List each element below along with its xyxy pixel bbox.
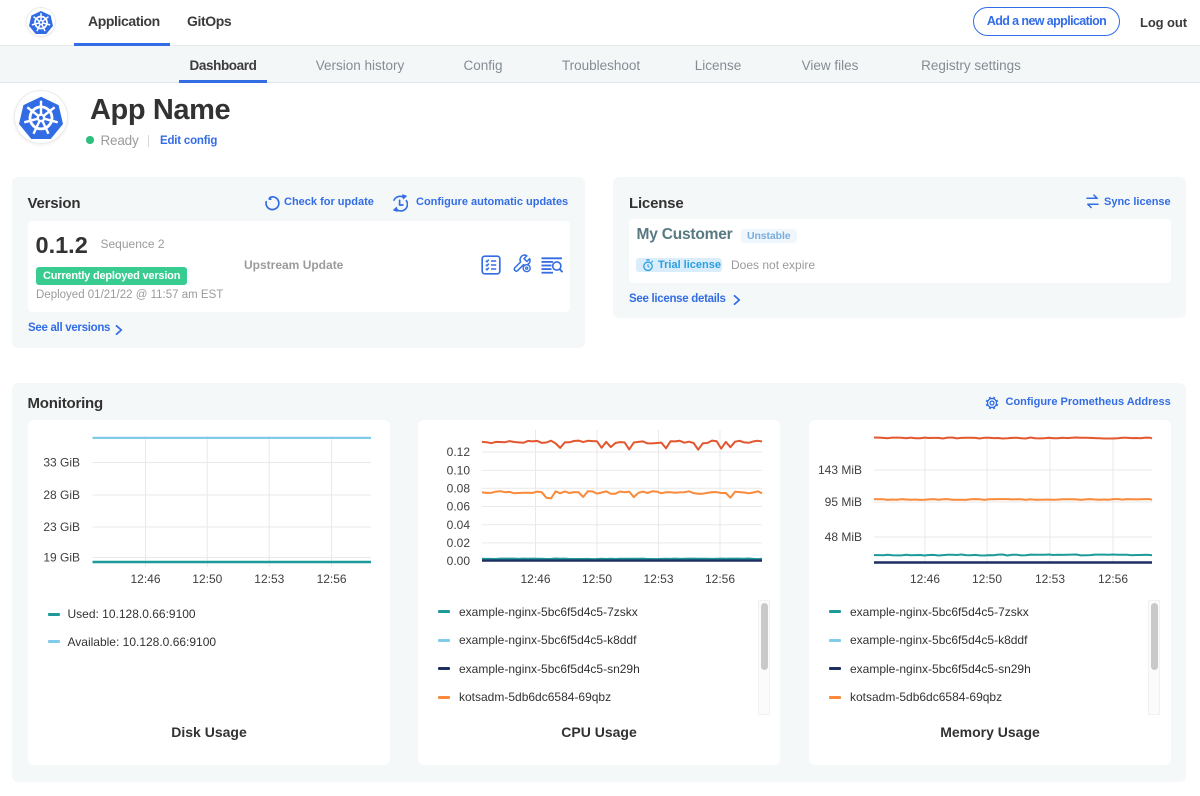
svg-text:143 MiB: 143 MiB (818, 463, 862, 477)
svg-text:19 GiB: 19 GiB (43, 551, 80, 565)
svg-text:12:50: 12:50 (192, 572, 222, 586)
svg-text:0.04: 0.04 (447, 518, 471, 532)
svg-text:12:46: 12:46 (130, 572, 160, 586)
svg-text:12:50: 12:50 (582, 572, 612, 586)
svg-text:0.08: 0.08 (447, 482, 471, 496)
svg-text:12:56: 12:56 (705, 572, 735, 586)
svg-text:12:50: 12:50 (972, 572, 1002, 586)
svg-text:0.00: 0.00 (447, 554, 471, 568)
svg-text:12:46: 12:46 (520, 572, 550, 586)
svg-text:23 GiB: 23 GiB (43, 520, 80, 534)
svg-text:12:53: 12:53 (254, 572, 284, 586)
svg-text:0.12: 0.12 (447, 445, 471, 459)
svg-text:95 MiB: 95 MiB (825, 495, 862, 509)
svg-text:28 GiB: 28 GiB (43, 488, 80, 502)
svg-text:0.10: 0.10 (447, 463, 471, 477)
svg-text:12:53: 12:53 (643, 572, 673, 586)
svg-text:0.06: 0.06 (447, 500, 471, 514)
svg-text:0.02: 0.02 (447, 536, 471, 550)
svg-text:12:53: 12:53 (1035, 572, 1065, 586)
svg-text:12:46: 12:46 (910, 572, 940, 586)
svg-text:12:56: 12:56 (1098, 572, 1128, 586)
svg-text:33 GiB: 33 GiB (43, 456, 80, 470)
svg-text:48 MiB: 48 MiB (825, 530, 862, 544)
svg-text:12:56: 12:56 (317, 572, 347, 586)
